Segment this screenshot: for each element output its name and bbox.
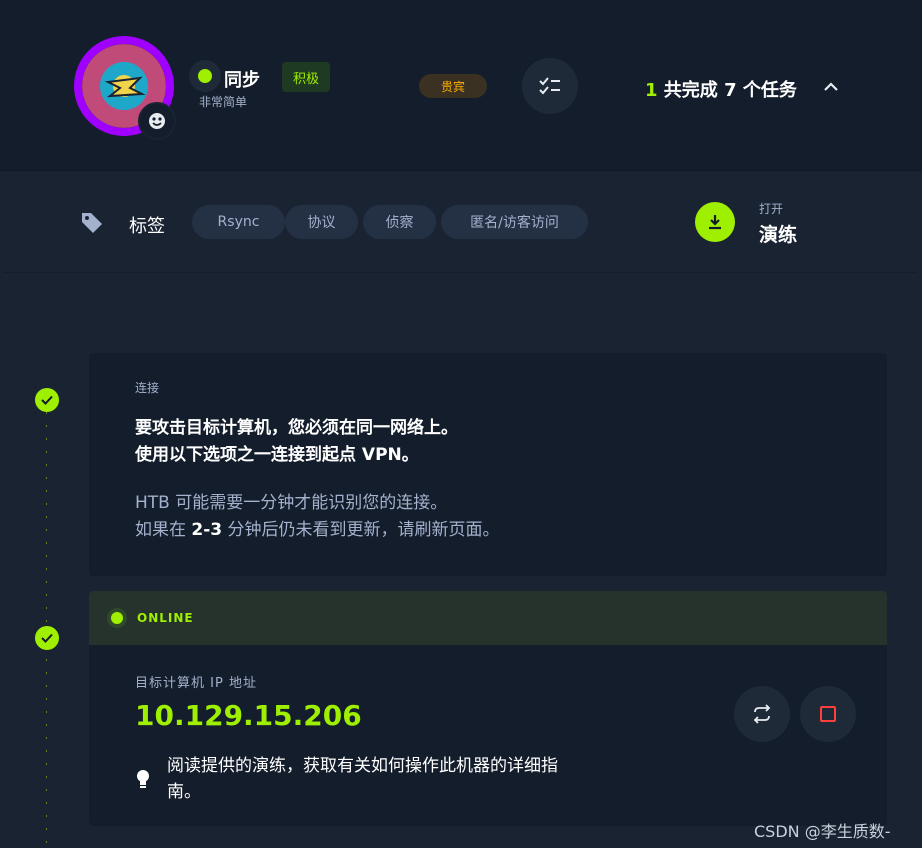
check-icon xyxy=(41,395,53,405)
linux-penguin-icon xyxy=(149,113,165,129)
tasks-progress: 1 共完成 7 个任务 xyxy=(645,76,797,102)
connect-line-1: 要攻击目标计算机，您必须在同一网络上。 xyxy=(135,418,458,438)
refresh-icon xyxy=(753,704,771,724)
walkthrough-hint: 阅读提供的演练，获取有关如何操作此机器的详细指南。 xyxy=(167,756,558,802)
walkthrough-label[interactable]: 演练 xyxy=(759,220,797,247)
download-icon xyxy=(709,215,721,230)
connect-sub-2-prefix: 如果在 xyxy=(135,520,192,540)
status-dot xyxy=(198,69,212,83)
machine-name: 同步 xyxy=(224,70,260,91)
connect-sub-2: 如果在 2-3 分钟后仍未看到更新，请刷新页面。 xyxy=(135,515,500,540)
tasks-done-count: 1 xyxy=(645,80,658,101)
tag-anonymous-access[interactable]: 匿名/访客访问 xyxy=(441,205,588,239)
walkthrough-download-button[interactable] xyxy=(695,202,735,242)
connect-sub-2-suffix: 分钟后仍未看到更新，请刷新页面。 xyxy=(222,520,500,540)
tags-label: 标签 xyxy=(129,216,165,237)
check-icon xyxy=(41,633,53,643)
online-status-text: ONLINE xyxy=(137,611,194,625)
collapse-button[interactable] xyxy=(820,76,842,98)
connect-card: 连接 要攻击目标计算机，您必须在同一网络上。 使用以下选项之一连接到起点 VPN… xyxy=(89,353,887,576)
online-dot xyxy=(111,612,123,624)
step-connect-check xyxy=(35,388,59,412)
checklist-icon xyxy=(539,77,560,95)
tags-bar: 标签 Rsync 协议 侦察 匿名/访客访问 打开 演练 xyxy=(4,172,916,273)
reset-machine-button[interactable] xyxy=(734,686,790,742)
connect-sub-1: HTB 可能需要一分钟才能识别您的连接。 xyxy=(135,493,448,513)
stop-icon xyxy=(820,706,836,722)
machine-card: ONLINE 目标计算机 IP 地址 10.129.15.206 阅读提供的演练… xyxy=(89,591,887,826)
tag-recon[interactable]: 侦察 xyxy=(363,205,436,239)
connect-sub-2-bold: 2-3 xyxy=(191,520,223,540)
os-badge xyxy=(138,102,176,140)
connect-card-title: 连接 xyxy=(135,381,160,395)
tag-protocol[interactable]: 协议 xyxy=(285,205,358,239)
lightbulb-icon xyxy=(135,769,151,795)
task-list-button[interactable] xyxy=(522,58,578,114)
chevron-up-icon xyxy=(824,82,838,91)
active-badge: 积极 xyxy=(282,62,330,92)
tasks-total-text: 共完成 7 个任务 xyxy=(657,80,797,101)
walkthrough-open-label: 打开 xyxy=(759,202,784,216)
online-status-bar: ONLINE xyxy=(89,591,887,645)
tag-icon xyxy=(80,210,104,238)
difficulty-label: 非常简单 xyxy=(199,95,248,109)
tag-rsync[interactable]: Rsync xyxy=(192,205,285,239)
stop-machine-button[interactable] xyxy=(800,686,856,742)
machine-header: 同步 非常简单 积极 贵宾 1 共完成 7 个任务 xyxy=(0,0,922,171)
machine-status-indicator xyxy=(189,60,221,92)
connect-line-2: 使用以下选项之一连接到起点 VPN。 xyxy=(135,445,419,465)
online-indicator xyxy=(107,608,127,628)
watermark: CSDN @李生质数- xyxy=(754,822,891,841)
step-spawn-check xyxy=(35,626,59,650)
target-ip-label: 目标计算机 IP 地址 xyxy=(135,676,257,691)
vip-badge: 贵宾 xyxy=(419,74,487,98)
target-ip-value[interactable]: 10.129.15.206 xyxy=(135,699,362,732)
